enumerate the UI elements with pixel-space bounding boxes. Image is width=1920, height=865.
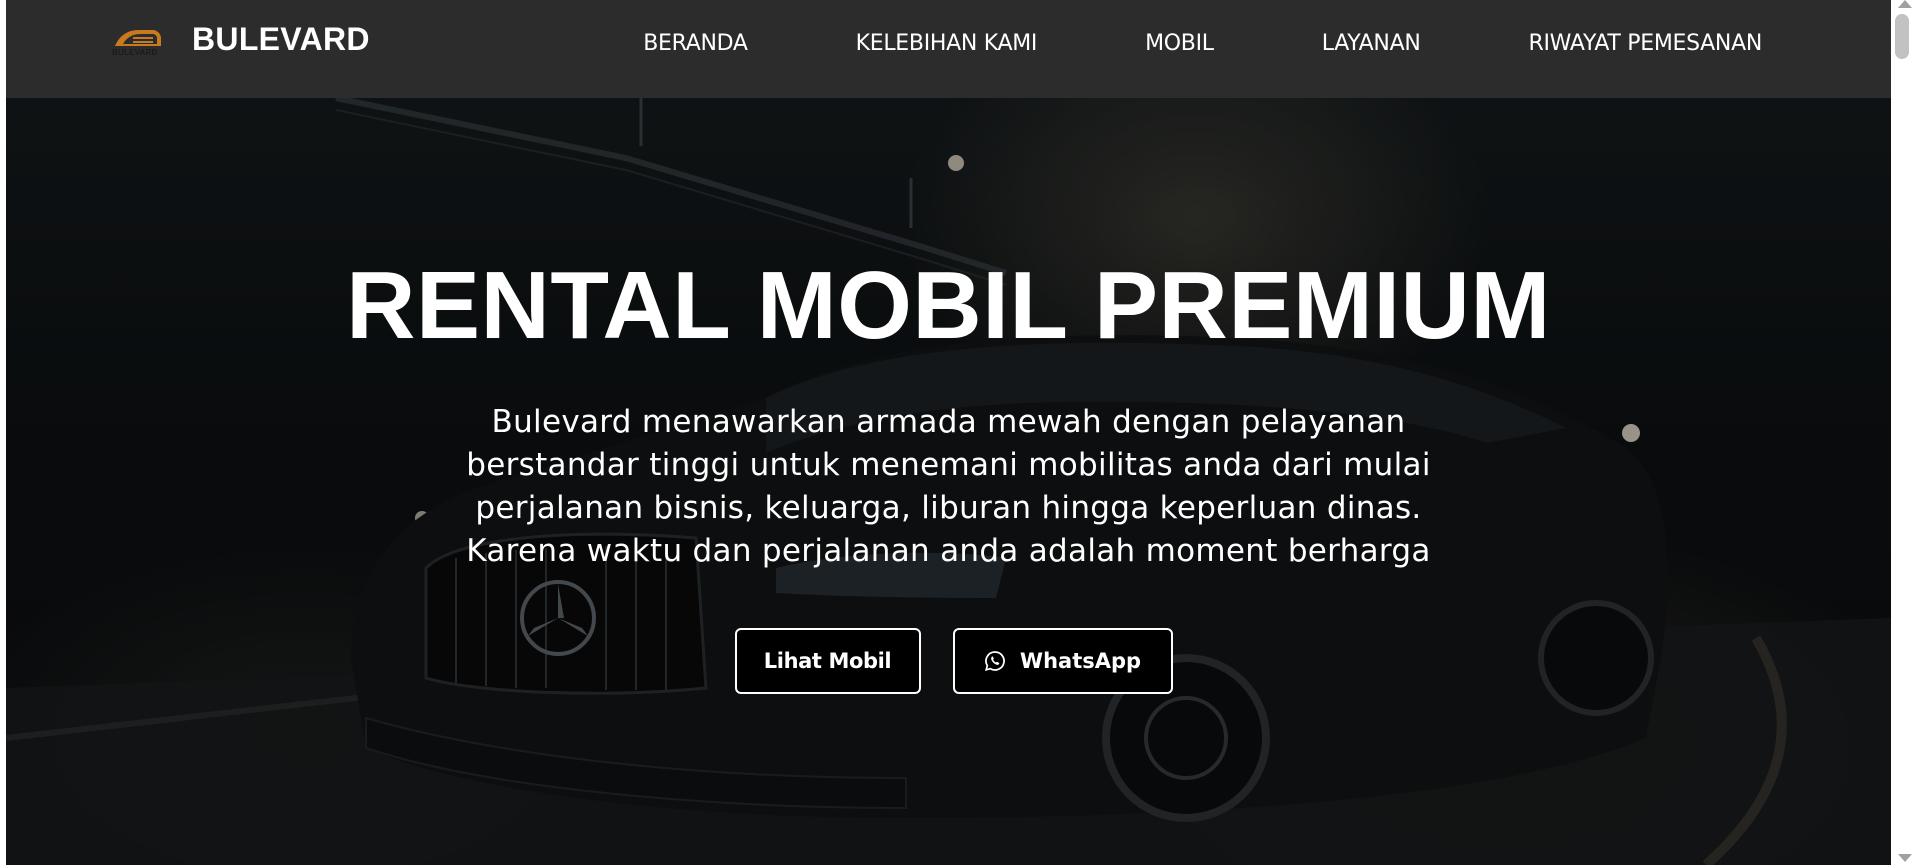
brand-logo-text: BULEVARD	[112, 48, 158, 57]
page: BULEVARD BULEVARD BERANDA KELEBIHAN KAMI…	[6, 0, 1891, 865]
nav-item-riwayat-pemesanan[interactable]: RIWAYAT PEMESANAN	[1528, 31, 1762, 56]
nav-item-mobil[interactable]: MOBIL	[1145, 31, 1214, 56]
hero-content: RENTAL MOBIL PREMIUM Bulevard menawarkan…	[6, 98, 1891, 865]
whatsapp-button[interactable]: WhatsApp	[952, 628, 1173, 694]
hero-title: RENTAL MOBIL PREMIUM	[346, 252, 1551, 359]
view-cars-button[interactable]: Lihat Mobil	[734, 628, 921, 694]
hero-description: Bulevard menawarkan armada mewah dengan …	[466, 404, 1431, 569]
brand-logo: BULEVARD	[109, 20, 167, 60]
nav-item-layanan[interactable]: LAYANAN	[1322, 31, 1421, 56]
nav-item-kelebihan-kami[interactable]: KELEBIHAN KAMI	[856, 31, 1038, 56]
page-scrollbar[interactable]	[1891, 0, 1920, 865]
brand-name: BULEVARD	[192, 20, 370, 57]
scroll-down-arrow-icon[interactable]	[1898, 854, 1912, 862]
brand-home-link[interactable]: BULEVARD BULEVARD	[109, 20, 370, 60]
whatsapp-icon	[984, 651, 1005, 672]
navbar: BULEVARD BULEVARD BERANDA KELEBIHAN KAMI…	[6, 0, 1891, 98]
hero-buttons: Lihat Mobil WhatsApp	[6, 628, 1891, 694]
scrollbar-thumb[interactable]	[1895, 14, 1909, 59]
nav-item-beranda[interactable]: BERANDA	[643, 31, 748, 56]
whatsapp-button-label: WhatsApp	[1019, 649, 1142, 673]
scroll-up-arrow-icon[interactable]	[1898, 0, 1912, 8]
main-nav: BERANDA KELEBIHAN KAMI MOBIL LAYANAN RIW…	[643, 0, 1762, 86]
hero-section: RENTAL MOBIL PREMIUM Bulevard menawarkan…	[6, 98, 1891, 865]
